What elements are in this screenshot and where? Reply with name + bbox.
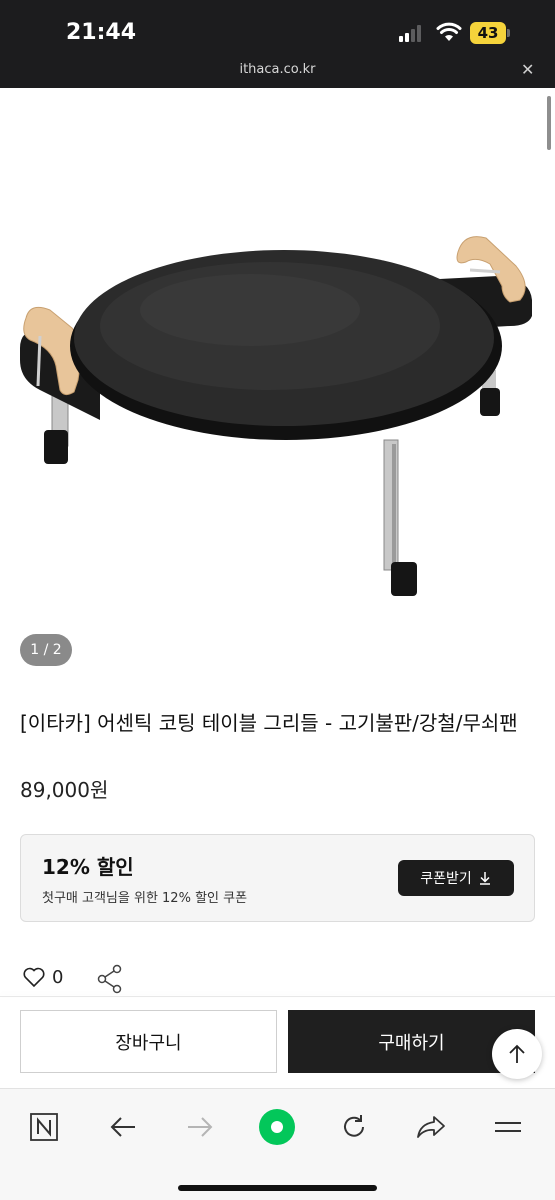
product-image[interactable]	[0, 90, 555, 680]
arrow-up-icon	[509, 1044, 525, 1063]
battery-level: 43	[470, 22, 506, 44]
like-button[interactable]: 0	[22, 966, 63, 988]
cart-button-label: 장바구니	[115, 1032, 182, 1054]
cellular-signal-icon	[399, 24, 421, 42]
scroll-to-top-button[interactable]	[492, 1029, 542, 1079]
buy-button-label: 구매하기	[378, 1032, 445, 1054]
menu-icon[interactable]	[488, 1107, 528, 1147]
coupon-button-label: 쿠폰받기	[420, 871, 472, 887]
green-dot-icon[interactable]	[257, 1107, 297, 1147]
wifi-icon	[436, 22, 462, 41]
like-count: 0	[52, 966, 64, 988]
naver-icon[interactable]	[24, 1107, 64, 1147]
forward-arrow-icon[interactable]	[180, 1107, 220, 1147]
back-arrow-icon[interactable]	[103, 1107, 143, 1147]
share-icon[interactable]	[411, 1107, 451, 1147]
coupon-box: 12% 할인 첫구매 고객님을 위한 12% 할인 쿠폰 쿠폰받기	[20, 834, 535, 922]
product-title: [이타카] 어센틱 코팅 테이블 그리들 - 고기불판/강철/무쇠팬	[20, 711, 518, 735]
add-to-cart-button[interactable]: 장바구니	[20, 1010, 277, 1073]
home-indicator	[178, 1185, 377, 1191]
battery-icon: 43	[470, 22, 510, 44]
product-price: 89,000원	[20, 778, 109, 802]
share-icon[interactable]	[96, 964, 124, 994]
coupon-title: 12% 할인	[42, 855, 134, 879]
coupon-download-button[interactable]: 쿠폰받기	[398, 860, 514, 896]
close-icon[interactable]: ✕	[521, 60, 534, 79]
status-time: 21:44	[66, 20, 137, 45]
url-text[interactable]: ithaca.co.kr	[0, 62, 555, 77]
divider	[0, 996, 555, 997]
browser-toolbar	[0, 1088, 555, 1200]
download-icon	[479, 872, 490, 885]
coupon-description: 첫구매 고객님을 위한 12% 할인 쿠폰	[42, 891, 248, 906]
refresh-icon[interactable]	[334, 1107, 374, 1147]
image-page-indicator: 1 / 2	[20, 634, 72, 666]
heart-icon	[23, 967, 45, 988]
status-bar: 21:44 43 ithaca.co.kr ✕	[0, 0, 555, 88]
